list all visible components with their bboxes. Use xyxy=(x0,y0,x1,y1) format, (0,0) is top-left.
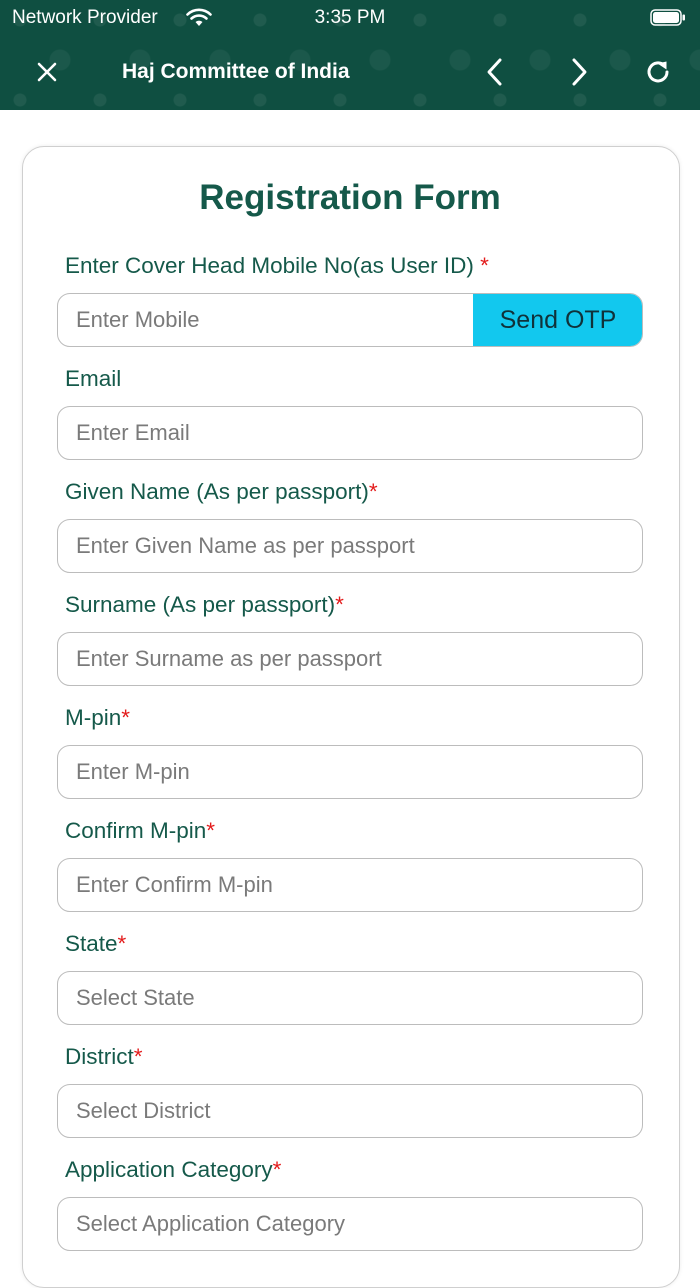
required-mark: * xyxy=(117,931,127,956)
email-placeholder: Enter Email xyxy=(76,420,190,445)
browser-header: Network Provider 3:35 PM Haj Committee o… xyxy=(0,0,700,110)
forward-button[interactable] xyxy=(559,52,599,92)
close-button[interactable] xyxy=(27,52,67,92)
page-title: Haj Committee of India xyxy=(122,60,350,83)
confirm-mpin-placeholder: Enter Confirm M-pin xyxy=(76,872,273,897)
close-icon xyxy=(37,62,57,82)
category-select[interactable]: Select Application Category xyxy=(57,1197,643,1251)
send-otp-button[interactable]: Send OTP xyxy=(473,294,642,346)
chevron-right-icon xyxy=(572,58,587,86)
email-label: Email xyxy=(65,366,122,391)
confirm-mpin-label: Confirm M-pin* xyxy=(65,818,216,843)
browser-nav: Haj Committee of India xyxy=(0,38,700,108)
required-mark: * xyxy=(368,479,378,504)
mpin-placeholder: Enter M-pin xyxy=(76,759,190,784)
given-name-placeholder: Enter Given Name as per passport xyxy=(76,533,415,558)
state-select[interactable]: Select State xyxy=(57,971,643,1025)
district-label: District* xyxy=(65,1044,143,1069)
mpin-input[interactable]: Enter M-pin xyxy=(57,745,643,799)
district-placeholder: Select District xyxy=(76,1098,211,1123)
status-bar: Network Provider 3:35 PM xyxy=(0,0,700,36)
required-mark: * xyxy=(335,592,344,617)
required-mark: * xyxy=(272,1157,282,1182)
given-name-input[interactable]: Enter Given Name as per passport xyxy=(57,519,643,573)
mobile-input[interactable]: Enter Mobile Send OTP xyxy=(57,293,643,347)
mobile-label: Enter Cover Head Mobile No(as User ID) * xyxy=(65,253,489,278)
back-button[interactable] xyxy=(475,52,515,92)
category-placeholder: Select Application Category xyxy=(76,1211,346,1236)
category-label: Application Category* xyxy=(65,1157,282,1182)
battery-icon xyxy=(650,9,685,26)
surname-label: Surname (As per passport)* xyxy=(65,592,344,617)
email-input[interactable]: Enter Email xyxy=(57,406,643,460)
reload-button[interactable] xyxy=(638,52,678,92)
required-mark: * xyxy=(121,705,131,730)
district-select[interactable]: Select District xyxy=(57,1084,643,1138)
mpin-label: M-pin* xyxy=(65,705,131,730)
confirm-mpin-input[interactable]: Enter Confirm M-pin xyxy=(57,858,643,912)
state-placeholder: Select State xyxy=(76,985,195,1010)
given-name-label: Given Name (As per passport)* xyxy=(65,479,378,504)
surname-input[interactable]: Enter Surname as per passport xyxy=(57,632,643,686)
required-mark: * xyxy=(133,1044,143,1069)
reload-icon xyxy=(647,61,669,83)
required-mark: * xyxy=(206,818,216,843)
state-label: State* xyxy=(65,931,127,956)
form-title: Registration Form xyxy=(199,178,501,217)
clock: 3:35 PM xyxy=(314,7,386,28)
chevron-left-icon xyxy=(487,58,502,86)
required-mark: * xyxy=(480,253,489,278)
mobile-placeholder: Enter Mobile xyxy=(76,307,200,332)
surname-placeholder: Enter Surname as per passport xyxy=(76,646,382,671)
